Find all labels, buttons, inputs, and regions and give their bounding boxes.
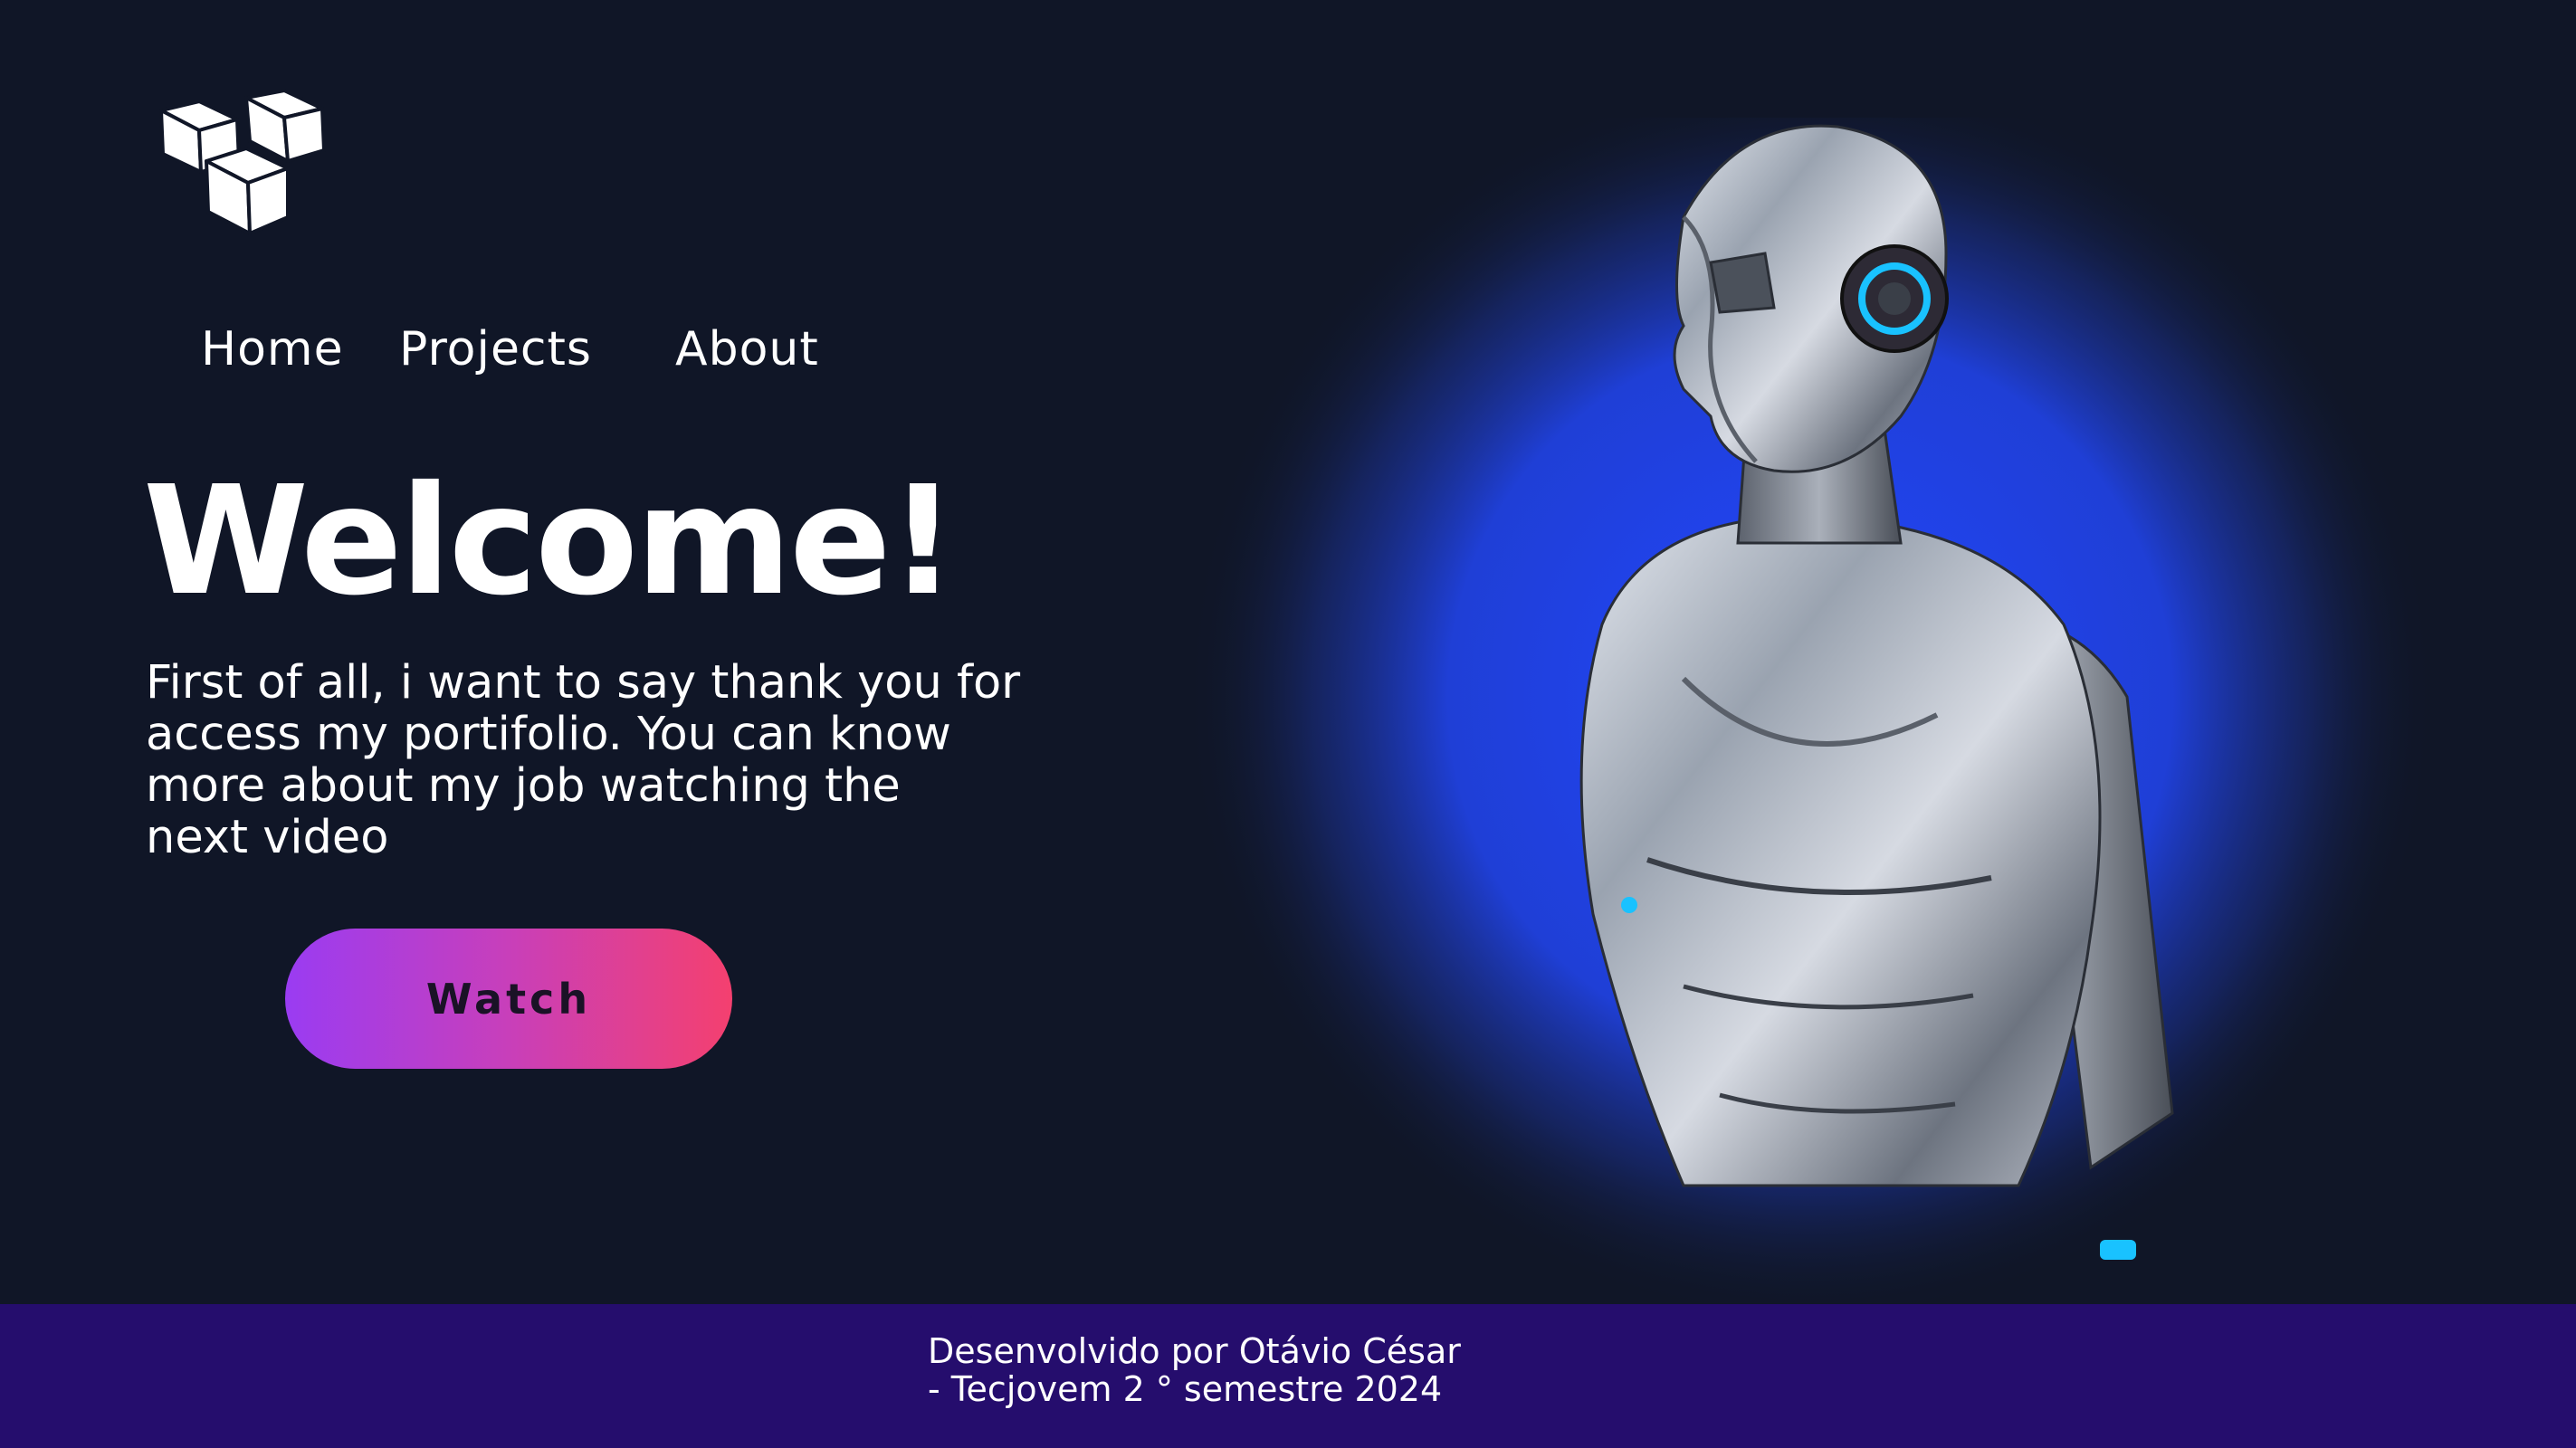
footer-credit: Desenvolvido por Otávio César bbox=[928, 1331, 1461, 1371]
intro-line: more about my job watching the bbox=[146, 759, 901, 813]
footer-program: - Tecjovem 2 ° semestre 2024 bbox=[928, 1369, 1443, 1409]
nav-projects-link[interactable]: Projects bbox=[399, 322, 592, 376]
watch-button[interactable]: Watch bbox=[285, 929, 732, 1069]
nav-home-link[interactable]: Home bbox=[201, 322, 344, 376]
intro-line: First of all, i want to say thank you fo… bbox=[146, 656, 1021, 710]
footer: Desenvolvido por Otávio César - Tecjovem… bbox=[0, 1304, 2576, 1448]
main-nav: Home Projects About bbox=[0, 322, 905, 386]
hero-intro: First of all, i want to say thank you fo… bbox=[146, 657, 1060, 863]
robot-illustration bbox=[1186, 118, 2435, 1303]
hero-title: Welcome! bbox=[143, 454, 957, 629]
wrist-light bbox=[2100, 1240, 2136, 1260]
headphone-icon bbox=[1840, 244, 1949, 353]
cubes-logo-icon[interactable] bbox=[145, 81, 330, 244]
intro-line: access my portifolio. You can know bbox=[146, 708, 951, 761]
intro-line: next video bbox=[146, 811, 389, 864]
joint-light bbox=[1621, 897, 1637, 913]
nav-about-link[interactable]: About bbox=[675, 322, 819, 376]
